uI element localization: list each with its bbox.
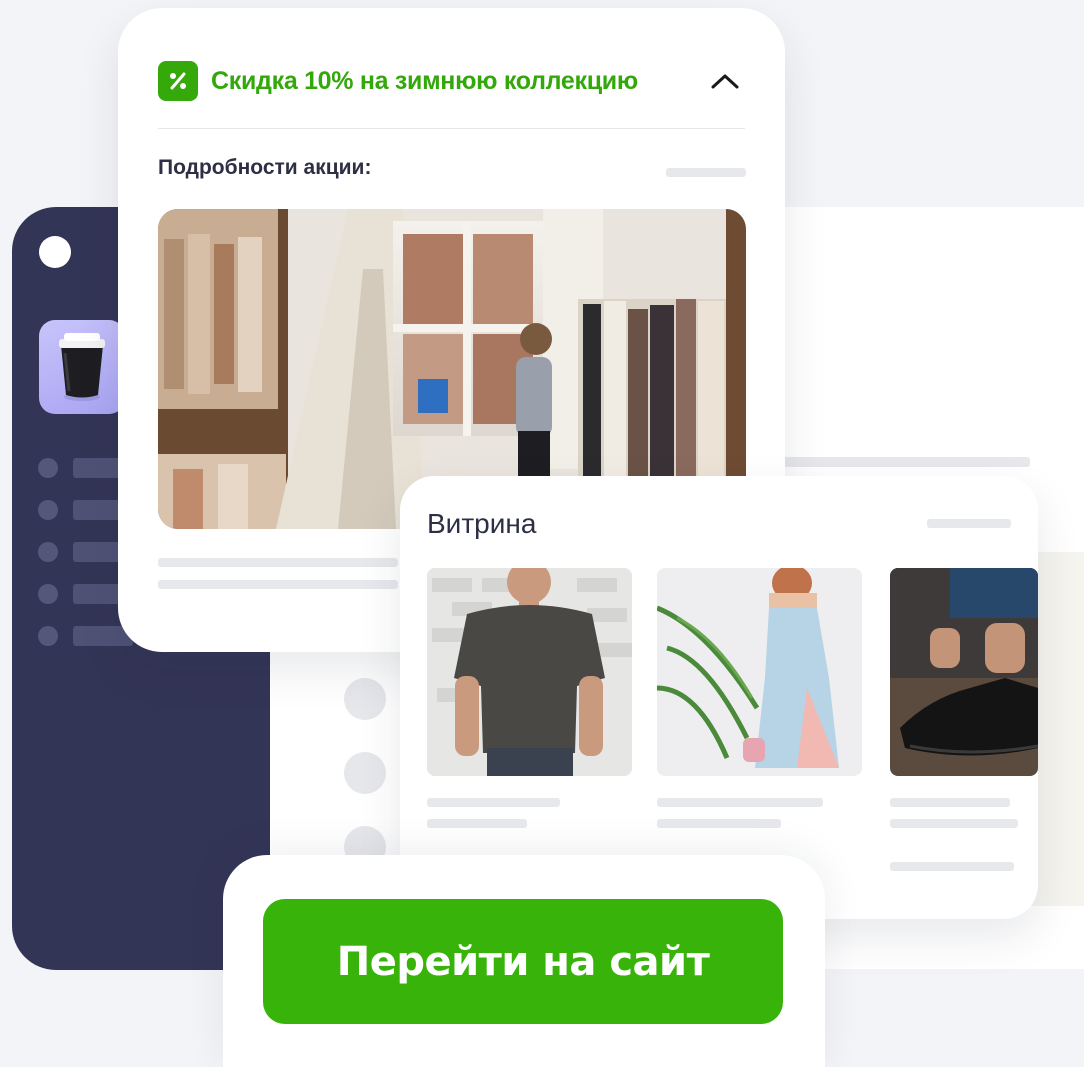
- placeholder-dot: [38, 542, 58, 562]
- placeholder-line: [780, 457, 1030, 467]
- placeholder-line: [158, 558, 398, 567]
- placeholder-line: [927, 519, 1011, 528]
- details-label: Подробности акции:: [158, 156, 372, 179]
- placeholder-line: [890, 819, 1018, 828]
- placeholder-line: [890, 798, 1010, 807]
- placeholder-line: [427, 819, 527, 828]
- placeholder-line: [158, 580, 398, 589]
- placeholder-circle: [344, 752, 386, 794]
- window-dot: [39, 236, 71, 268]
- product-shoes-image[interactable]: [890, 568, 1038, 776]
- chevron-up-icon[interactable]: [705, 61, 745, 101]
- placeholder-line: [666, 168, 746, 177]
- placeholder-dot: [38, 584, 58, 604]
- placeholder-line: [427, 798, 560, 807]
- showcase-card: Витрина: [400, 476, 1038, 919]
- placeholder-dot: [38, 626, 58, 646]
- promo-header[interactable]: Скидка 10% на зимнюю коллекцию: [158, 60, 745, 102]
- percent-icon: [158, 61, 198, 101]
- coffee-cup-icon[interactable]: [39, 320, 125, 414]
- promo-illustration: Скидка 10% на зимнюю коллекцию Подробнос…: [0, 0, 1084, 1067]
- placeholder-line: [890, 862, 1014, 871]
- placeholder-dot: [38, 500, 58, 520]
- placeholder-dot: [38, 458, 58, 478]
- cta-card: Перейти на сайт: [223, 855, 825, 1067]
- placeholder-line: [657, 798, 823, 807]
- divider: [158, 128, 745, 129]
- product-dress-image[interactable]: [657, 568, 862, 776]
- product-tshirt-image[interactable]: [427, 568, 632, 776]
- placeholder-circle: [344, 678, 386, 720]
- showcase-title: Витрина: [427, 508, 537, 539]
- go-to-site-button[interactable]: Перейти на сайт: [263, 899, 783, 1024]
- placeholder-line: [657, 819, 781, 828]
- promo-title: Скидка 10% на зимнюю коллекцию: [211, 66, 638, 95]
